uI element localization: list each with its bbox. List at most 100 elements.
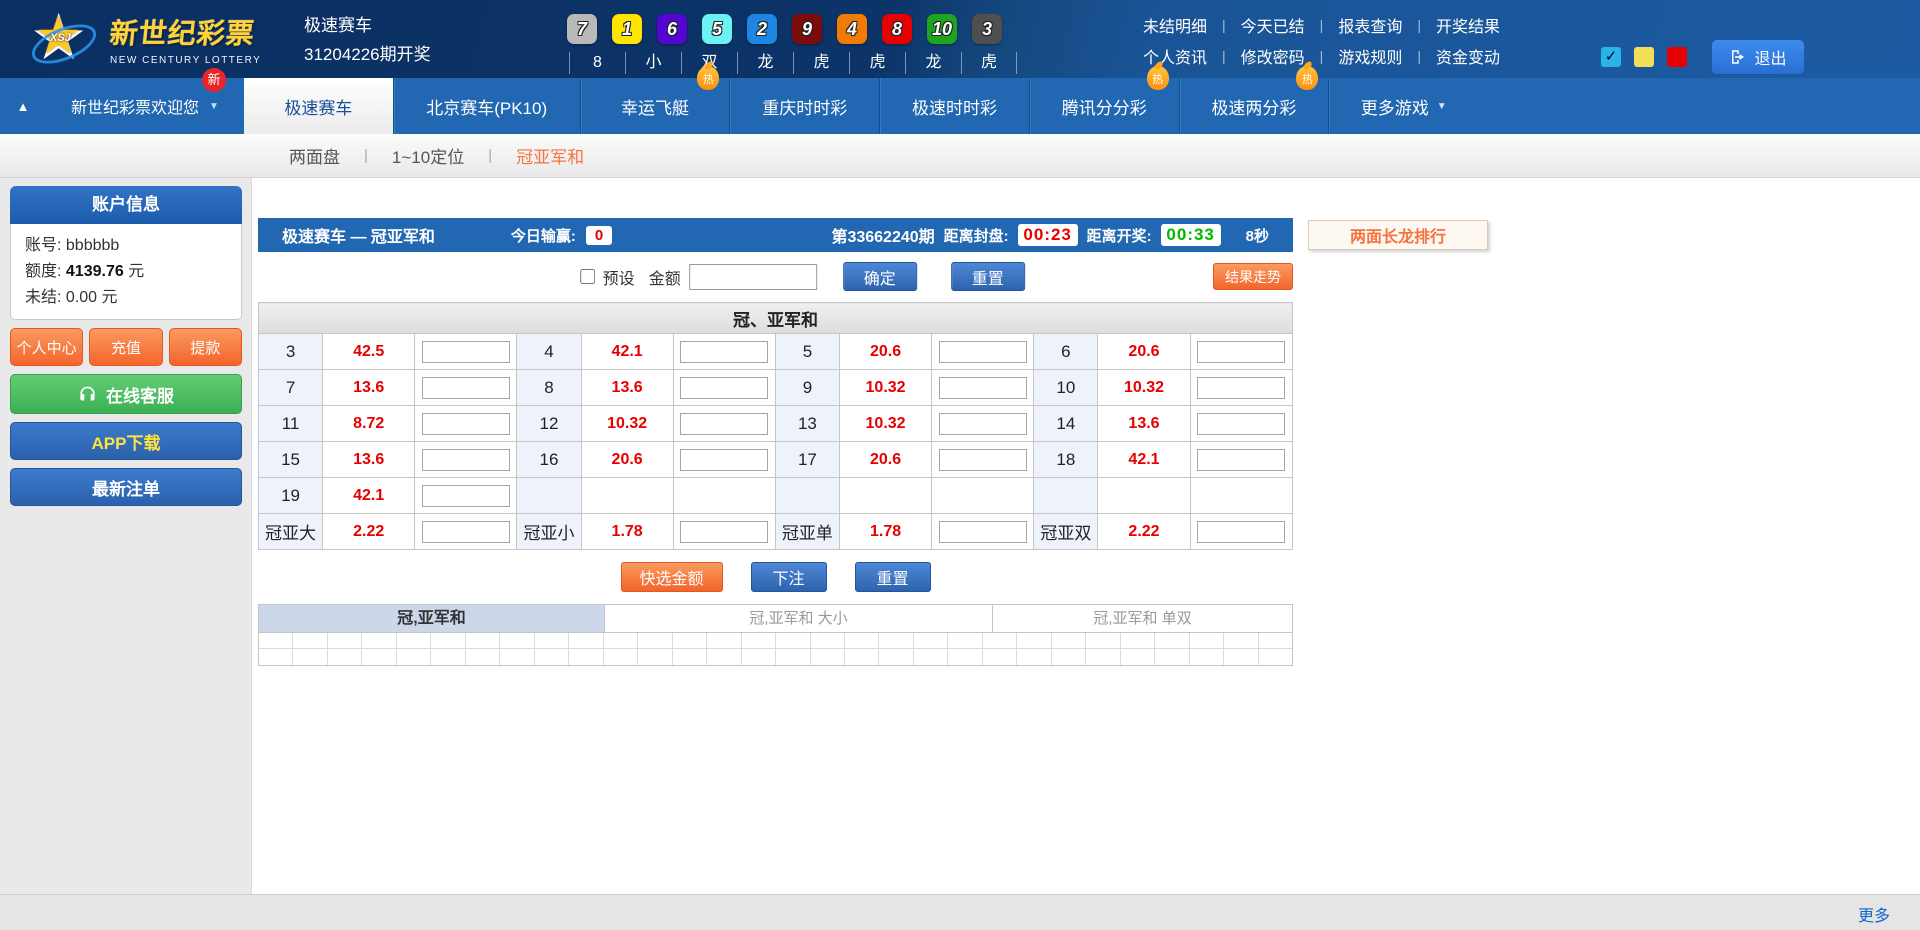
bet-table-row: 1942.1 (259, 478, 1293, 514)
bet-amount-input[interactable] (422, 377, 510, 399)
logo-title: 新世纪彩票 (108, 12, 264, 52)
top-menu-item[interactable]: 报表查询 (1323, 13, 1417, 37)
bet-amount-input[interactable] (1197, 377, 1285, 399)
online-service-button[interactable]: 在线客服 (10, 374, 242, 414)
bet-odds: 20.6 (581, 442, 673, 478)
subnav-item[interactable]: 1~10定位 (388, 143, 468, 168)
result-stat: 8 (569, 52, 625, 74)
amount-input[interactable] (689, 264, 817, 290)
top-menu-row1: 未结明细|今天已结|报表查询|开奖结果 (1143, 12, 1515, 38)
bet-option-label: 4 (517, 334, 581, 370)
open-countdown-label: 距离开奖: (1087, 225, 1152, 246)
reset-button[interactable]: 重置 (951, 262, 1025, 291)
confirm-button[interactable]: 确定 (843, 262, 917, 291)
bet-input-cell (673, 334, 775, 370)
account-info-panel: 账号: bbbbbb 额度: 4139.76 元 未结: 0.00 元 (10, 224, 242, 320)
balance-value: 4139.76 (66, 263, 124, 280)
bet-amount-input[interactable] (680, 341, 768, 363)
panel-timers: 第33662240期 距离封盘: 00:23 距离开奖: 00:33 8秒 (831, 223, 1279, 247)
bet-amount-input[interactable] (680, 413, 768, 435)
logout-button[interactable]: 退出 (1712, 40, 1804, 74)
nav-tab[interactable]: 重庆时时彩 (729, 78, 879, 134)
bet-amount-input[interactable] (939, 521, 1027, 543)
bet-amount-input[interactable] (422, 413, 510, 435)
top-menu-item[interactable]: 开奖结果 (1421, 13, 1515, 37)
top-menu-item[interactable]: 今天已结 (1226, 13, 1320, 37)
preset-checkbox[interactable] (580, 269, 595, 284)
bet-input-cell (415, 406, 517, 442)
sidebar-action-button[interactable]: 充值 (89, 328, 162, 366)
subnav-separator: | (364, 147, 368, 164)
online-service-label: 在线客服 (106, 382, 174, 407)
chevron-down-icon: ▼ (209, 101, 219, 112)
more-link[interactable]: 更多 (1858, 902, 1890, 926)
nav-tab-label: 幸运飞艇 (621, 94, 689, 119)
bet-odds: 13.6 (323, 442, 415, 478)
bet-reset-button[interactable]: 重置 (855, 562, 931, 592)
bet-amount-input[interactable] (1197, 413, 1285, 435)
history-cell (1224, 649, 1258, 665)
unsettled-value: 0.00 元 (66, 289, 118, 306)
top-menu-item[interactable]: 资金变动 (1421, 44, 1515, 68)
bet-amount-input[interactable] (680, 377, 768, 399)
nav-tab[interactable]: 腾讯分分彩热 (1029, 78, 1179, 134)
collapse-button[interactable]: ▲ (0, 78, 46, 134)
history-cell (638, 633, 672, 649)
bet-amount-input[interactable] (422, 521, 510, 543)
bet-input-cell (673, 370, 775, 406)
bet-odds: 1.78 (581, 514, 673, 550)
subnav-item[interactable]: 两面盘 (285, 143, 344, 168)
bet-amount-input[interactable] (939, 377, 1027, 399)
history-cell (1121, 649, 1155, 665)
dragon-rank-button[interactable]: 两面长龙排行 (1308, 220, 1488, 250)
top-menu-item[interactable]: 未结明细 (1143, 13, 1222, 37)
theme-color-swatch[interactable]: ✓ (1601, 47, 1621, 67)
result-stats: 8小双龙虎虎龙虎 (569, 52, 1017, 74)
nav-tab[interactable]: 极速时时彩 (879, 78, 1029, 134)
bet-amount-input[interactable] (422, 485, 510, 507)
bet-amount-input[interactable] (422, 341, 510, 363)
bet-amount-input[interactable] (1197, 341, 1285, 363)
app-download-button[interactable]: APP下载 (10, 422, 242, 460)
result-ball: 2 (747, 14, 777, 44)
nav-tab[interactable]: 更多游戏▼ (1328, 78, 1478, 134)
bet-input-cell (1190, 334, 1292, 370)
top-menu-item[interactable]: 游戏规则 (1323, 44, 1417, 68)
place-bet-button[interactable]: 下注 (751, 562, 827, 592)
account-number-label: 账号: (25, 237, 61, 254)
bet-input-cell (415, 370, 517, 406)
latest-orders-button[interactable]: 最新注单 (10, 468, 242, 506)
trend-button[interactable]: 结果走势 (1213, 263, 1293, 290)
history-cell (707, 649, 741, 665)
nav-tab[interactable]: 幸运飞艇热 (580, 78, 730, 134)
bet-input-cell (415, 478, 517, 514)
sidebar-action-button[interactable]: 个人中心 (10, 328, 83, 366)
bet-amount-input[interactable] (1197, 521, 1285, 543)
theme-color-swatch[interactable] (1634, 47, 1654, 67)
history-cell (328, 633, 362, 649)
theme-color-swatch[interactable] (1667, 47, 1687, 67)
bet-amount-input[interactable] (939, 341, 1027, 363)
bet-amount-input[interactable] (680, 449, 768, 471)
bet-input-cell (932, 406, 1034, 442)
bet-odds (1098, 478, 1190, 514)
nav-welcome[interactable]: 新世纪彩票欢迎您 ▼ 新 (46, 78, 244, 134)
history-cell (259, 633, 293, 649)
nav-tab[interactable]: 北京赛车(PK10) (393, 78, 580, 134)
quick-amount-button[interactable]: 快选金额 (621, 562, 723, 592)
top-menus: 未结明细|今天已结|报表查询|开奖结果 个人资讯|修改密码|游戏规则|资金变动 (1143, 12, 1515, 74)
history-cell (431, 633, 465, 649)
bet-amount-input[interactable] (680, 521, 768, 543)
result-ball: 6 (657, 14, 687, 44)
preset-label: 预设 (603, 265, 635, 289)
subnav-item[interactable]: 冠亚军和 (512, 143, 588, 168)
bet-amount-input[interactable] (422, 449, 510, 471)
nav-tab[interactable]: 极速两分彩热 (1179, 78, 1329, 134)
bet-amount-input[interactable] (939, 413, 1027, 435)
nav-tab[interactable]: 极速赛车 (244, 78, 393, 134)
history-cell (362, 633, 396, 649)
sidebar-action-button[interactable]: 提款 (169, 328, 242, 366)
headset-icon (78, 385, 97, 404)
bet-amount-input[interactable] (1197, 449, 1285, 471)
bet-amount-input[interactable] (939, 449, 1027, 471)
